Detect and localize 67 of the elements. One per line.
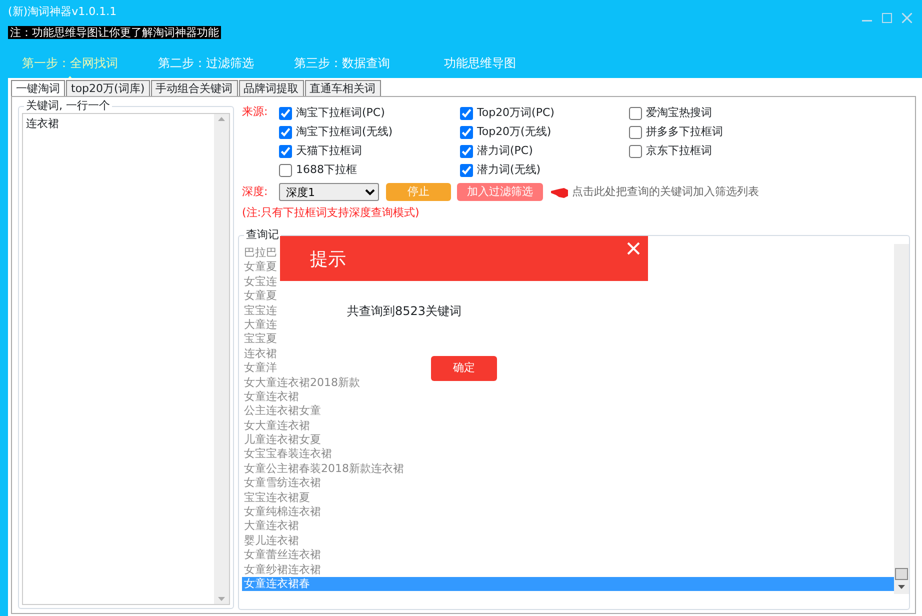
checkbox[interactable] [629, 126, 642, 139]
group-label: 关键词, 一行一个 [24, 99, 112, 113]
step-tab[interactable]: 功能思维导图 [444, 54, 516, 72]
dialog-message: 共查询到8523关键词 [347, 303, 463, 320]
list-item[interactable]: 女童蕾丝连衣裙 [242, 548, 894, 563]
step-tab[interactable]: 第三步：数据查询 [294, 54, 390, 72]
checkbox-label: 淘宝下拉框词(无线) [296, 124, 393, 140]
list-item[interactable]: 女大童连衣裙 [242, 418, 894, 434]
checkbox[interactable] [460, 107, 473, 120]
list-item[interactable]: 女童纯棉连衣裙 [242, 505, 894, 520]
list-item[interactable]: 女童公主裙春装2018新款连衣裙 [242, 462, 894, 476]
group-label: 查询记 [244, 228, 281, 242]
dialog-title: 提示 [310, 248, 346, 272]
window-title: (新)淘词神器v1.0.1.1 [8, 5, 117, 19]
pointing-hand-icon [551, 186, 568, 198]
checkbox[interactable] [629, 145, 642, 158]
checkbox[interactable] [460, 126, 473, 139]
list-item[interactable]: 婴儿连衣裙 [242, 534, 894, 548]
checkbox-label: 淘宝下拉框词(PC) [296, 105, 385, 122]
tab[interactable]: 一键淘词 [11, 80, 65, 97]
keywords-textarea[interactable]: 连衣裙 [22, 113, 230, 605]
tab[interactable]: 品牌词提取 [238, 80, 304, 97]
scroll-thumb[interactable] [895, 568, 908, 580]
keyword-text: 连衣裙 [25, 116, 60, 132]
checkbox[interactable] [279, 164, 292, 177]
hint-text: 点击此处把查询的关键词加入筛选列表 [572, 184, 759, 200]
list-item[interactable]: 女童纱裙连衣裙 [242, 562, 894, 577]
list-item[interactable]: 大童连衣裙 [242, 519, 894, 534]
list-item[interactable]: 女童连衣裙 [242, 390, 894, 404]
checkbox-label: 爱淘宝热搜词 [646, 105, 712, 122]
list-item[interactable]: 公主连衣裙女童 [242, 404, 894, 419]
close-button[interactable] [627, 242, 640, 255]
checkbox-label: 天猫下拉框词 [296, 143, 362, 160]
depth-dropdown[interactable]: 深度1 [279, 183, 379, 201]
checkbox[interactable] [279, 145, 292, 158]
checkbox-label: 1688下拉框 [296, 162, 357, 178]
checkbox-label: 潜力词(无线) [477, 162, 541, 178]
scroll-down-icon[interactable] [898, 585, 905, 589]
list-item[interactable]: 女童雪纺连衣裙 [242, 476, 894, 491]
depth-note: (注:只有下拉框词支持深度查询模式) [242, 205, 420, 221]
checkbox-label: 潜力词(PC) [477, 143, 533, 160]
tab[interactable]: top20万(词库) [66, 80, 150, 97]
scrollbar[interactable] [894, 244, 909, 594]
checkbox[interactable] [629, 107, 642, 120]
checkbox[interactable] [279, 126, 292, 139]
tab[interactable]: 直通车相关词 [304, 80, 381, 97]
depth-label: 深度: [242, 184, 269, 200]
checkbox[interactable] [460, 145, 473, 158]
ok-button[interactable]: 确定 [431, 356, 497, 381]
list-item[interactable]: 女童连衣裙春 [242, 576, 894, 592]
step-tab[interactable]: 第一步：全网找词 [22, 54, 118, 72]
add-filter-button[interactable]: 加入过滤筛选 [457, 183, 543, 201]
list-item[interactable]: 宝宝连衣裙夏 [242, 490, 894, 506]
notice-text: 注：功能思维导图让你更了解淘词神器功能 [8, 26, 221, 38]
tab[interactable]: 手动组合关键词 [150, 80, 238, 97]
step-tab[interactable]: 第二步：过滤筛选 [158, 54, 254, 72]
checkbox-label: 京东下拉框词 [646, 143, 712, 160]
source-label: 来源: [242, 105, 268, 118]
stop-button[interactable]: 停止 [386, 183, 451, 201]
list-item[interactable]: 女宝宝春装连衣裙 [242, 447, 894, 462]
checkbox[interactable] [279, 107, 292, 120]
checkbox[interactable] [460, 164, 473, 177]
list-item[interactable]: 儿童连衣裙女夏 [242, 433, 894, 448]
checkbox-label: Top20万(无线) [477, 124, 552, 140]
checkbox-label: Top20万词(PC) [477, 105, 554, 122]
checkbox-label: 拼多多下拉框词 [646, 124, 723, 140]
close-icon [627, 242, 640, 255]
